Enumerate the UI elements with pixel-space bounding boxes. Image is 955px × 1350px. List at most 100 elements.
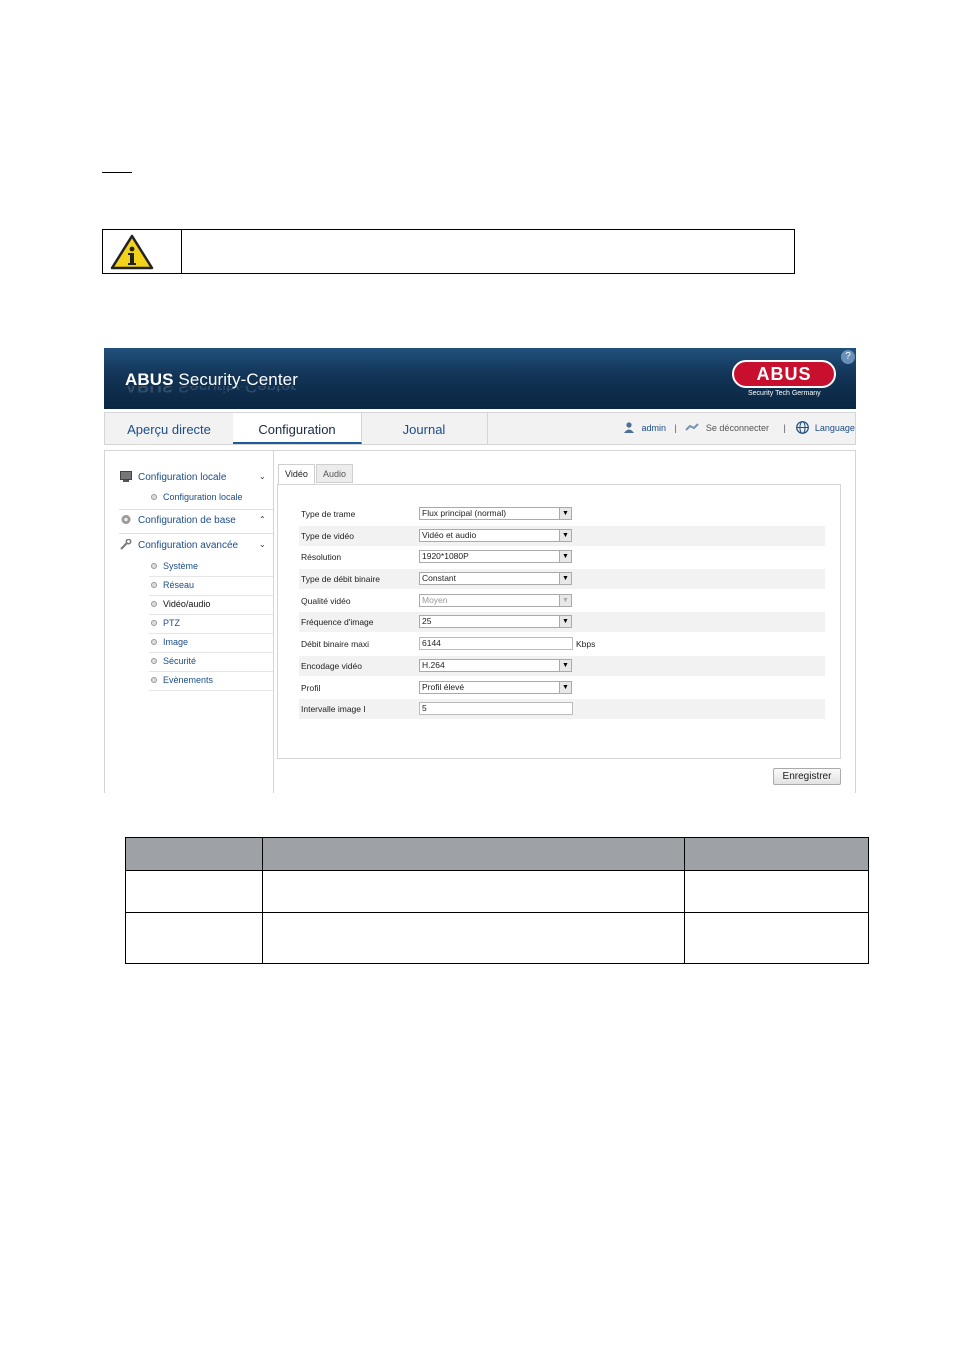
bullet-icon (151, 494, 157, 500)
form-row-video-encoding: Encodage vidéo H.264 ▼ (299, 656, 825, 676)
abus-logo: ABUS (732, 360, 836, 388)
table-row (125, 912, 869, 964)
field-label: Encodage vidéo (301, 661, 362, 671)
user-area: admin | Se déconnecter | Language (623, 413, 855, 444)
monitor-icon (120, 471, 132, 482)
field-label: Intervalle image I (301, 704, 366, 714)
chevron-down-icon[interactable]: ⌄ (259, 540, 266, 549)
dropdown-arrow-icon: ▼ (559, 595, 571, 606)
table-row (125, 870, 869, 913)
sidebar-section-advanced-config[interactable]: Configuration avancée (120, 539, 238, 551)
table-cell (684, 870, 869, 913)
field-label: Type de débit binaire (301, 574, 380, 584)
stream-type-select[interactable]: Flux principal (normal) ▼ (419, 507, 572, 520)
video-encoding-select[interactable]: H.264 ▼ (419, 659, 572, 672)
bullet-icon (151, 620, 157, 626)
tab-live-view[interactable]: Aperçu directe (105, 413, 234, 444)
note-icon-cell (103, 230, 182, 273)
bullet-icon (151, 677, 157, 683)
note-box (102, 229, 795, 274)
form-row-bitrate-type: Type de débit binaire Constant ▼ (299, 569, 825, 589)
dropdown-arrow-icon: ▼ (559, 508, 571, 519)
max-bitrate-input[interactable]: 6144 (419, 637, 573, 650)
bullet-icon (151, 601, 157, 607)
table-header-cell (684, 837, 869, 871)
logout-icon (685, 423, 700, 431)
bitrate-unit: Kbps (576, 639, 596, 649)
dropdown-arrow-icon: ▼ (559, 573, 571, 584)
wrench-icon (120, 539, 132, 550)
form-row-i-frame-interval: Intervalle image I 5 (299, 699, 825, 719)
table-header-row (125, 837, 869, 871)
app-header: ABUS Security-Center ABUS Security-Cente… (104, 348, 856, 409)
sidebar-section-label: Configuration avancée (138, 540, 239, 551)
sidebar-item-image[interactable]: Image (149, 633, 273, 653)
tab-configuration[interactable]: Configuration (233, 413, 362, 444)
bullet-icon (151, 582, 157, 588)
dropdown-arrow-icon: ▼ (559, 551, 571, 562)
form-row-stream-type: Type de trame Flux principal (normal) ▼ (299, 504, 825, 524)
form-row-profile: Profil Profil élevé ▼ (299, 678, 825, 698)
sidebar-item-video-audio[interactable]: Vidéo/audio (149, 595, 273, 615)
field-label: Débit binaire maxi (301, 639, 370, 649)
user-icon (624, 422, 634, 433)
bitrate-type-select[interactable]: Constant ▼ (419, 572, 572, 585)
dropdown-arrow-icon: ▼ (559, 530, 571, 541)
table-header-cell (125, 837, 263, 871)
field-label: Qualité vidéo (301, 596, 351, 606)
dropdown-arrow-icon: ▼ (559, 616, 571, 627)
sidebar-divider (273, 451, 274, 793)
top-nav: Aperçu directe Configuration Journal adm… (104, 412, 856, 445)
app-screenshot: ABUS Security-Center ABUS Security-Cente… (104, 348, 856, 793)
sidebar-item-network[interactable]: Réseau (149, 576, 273, 596)
i-frame-interval-input[interactable]: 5 (419, 702, 573, 715)
table-header-cell (262, 837, 685, 871)
sidebar-section-label: Configuration locale (138, 472, 227, 483)
profile-select[interactable]: Profil élevé ▼ (419, 681, 572, 694)
sidebar-item-system[interactable]: Système (149, 557, 273, 577)
subtab-video[interactable]: Vidéo (278, 464, 315, 484)
subtab-audio[interactable]: Audio (316, 464, 354, 483)
field-label: Fréquence d'image (301, 617, 374, 627)
dropdown-arrow-icon: ▼ (559, 682, 571, 693)
form-row-video-quality: Qualité vidéo Moyen ▼ (299, 591, 825, 611)
sidebar-item-ptz[interactable]: PTZ (149, 614, 273, 634)
video-type-select[interactable]: Vidéo et audio ▼ (419, 529, 572, 542)
underline-mark (102, 172, 132, 173)
video-quality-select: Moyen ▼ (419, 594, 572, 607)
help-icon[interactable]: ? (841, 350, 855, 364)
frame-rate-select[interactable]: 25 ▼ (419, 615, 572, 628)
gear-icon (121, 515, 131, 524)
sidebar-item-security[interactable]: Sécurité (149, 652, 273, 672)
globe-icon (796, 421, 810, 434)
chevron-up-icon[interactable]: ⌃ (259, 515, 266, 524)
language-link[interactable]: Language (815, 423, 855, 433)
separator: | (674, 423, 677, 433)
sidebar-item-local-config[interactable]: Configuration locale (149, 488, 273, 507)
bullet-icon (151, 658, 157, 664)
save-button[interactable]: Enregistrer (773, 768, 841, 785)
form-row-video-type: Type de vidéo Vidéo et audio ▼ (299, 526, 825, 546)
bullet-icon (151, 639, 157, 645)
table-cell (262, 870, 685, 913)
chevron-down-icon[interactable]: ⌄ (259, 472, 266, 481)
table-cell (125, 870, 263, 913)
resolution-select[interactable]: 1920*1080P ▼ (419, 550, 572, 563)
table-cell (125, 912, 263, 964)
user-name[interactable]: admin (642, 423, 667, 433)
logo-tagline: Security Tech Germany (748, 390, 821, 397)
warning-info-icon (110, 234, 154, 270)
divider (119, 509, 273, 510)
logout-link[interactable]: Se déconnecter (706, 423, 769, 433)
field-label: Type de trame (301, 509, 356, 519)
divider (119, 533, 273, 534)
parameter-table (125, 837, 869, 964)
form-row-resolution: Résolution 1920*1080P ▼ (299, 547, 825, 567)
tab-journal[interactable]: Journal (361, 413, 488, 444)
table-cell (262, 912, 685, 964)
form-row-max-bitrate: Débit binaire maxi 6144 Kbps (299, 634, 825, 654)
sidebar-item-events[interactable]: Evènements (149, 671, 273, 691)
sidebar-section-basic-config[interactable]: Configuration de base (120, 514, 236, 526)
sidebar-section-local-config[interactable]: Configuration locale (120, 471, 226, 483)
app-title-reflection: ABUS Security-Center (125, 386, 296, 396)
